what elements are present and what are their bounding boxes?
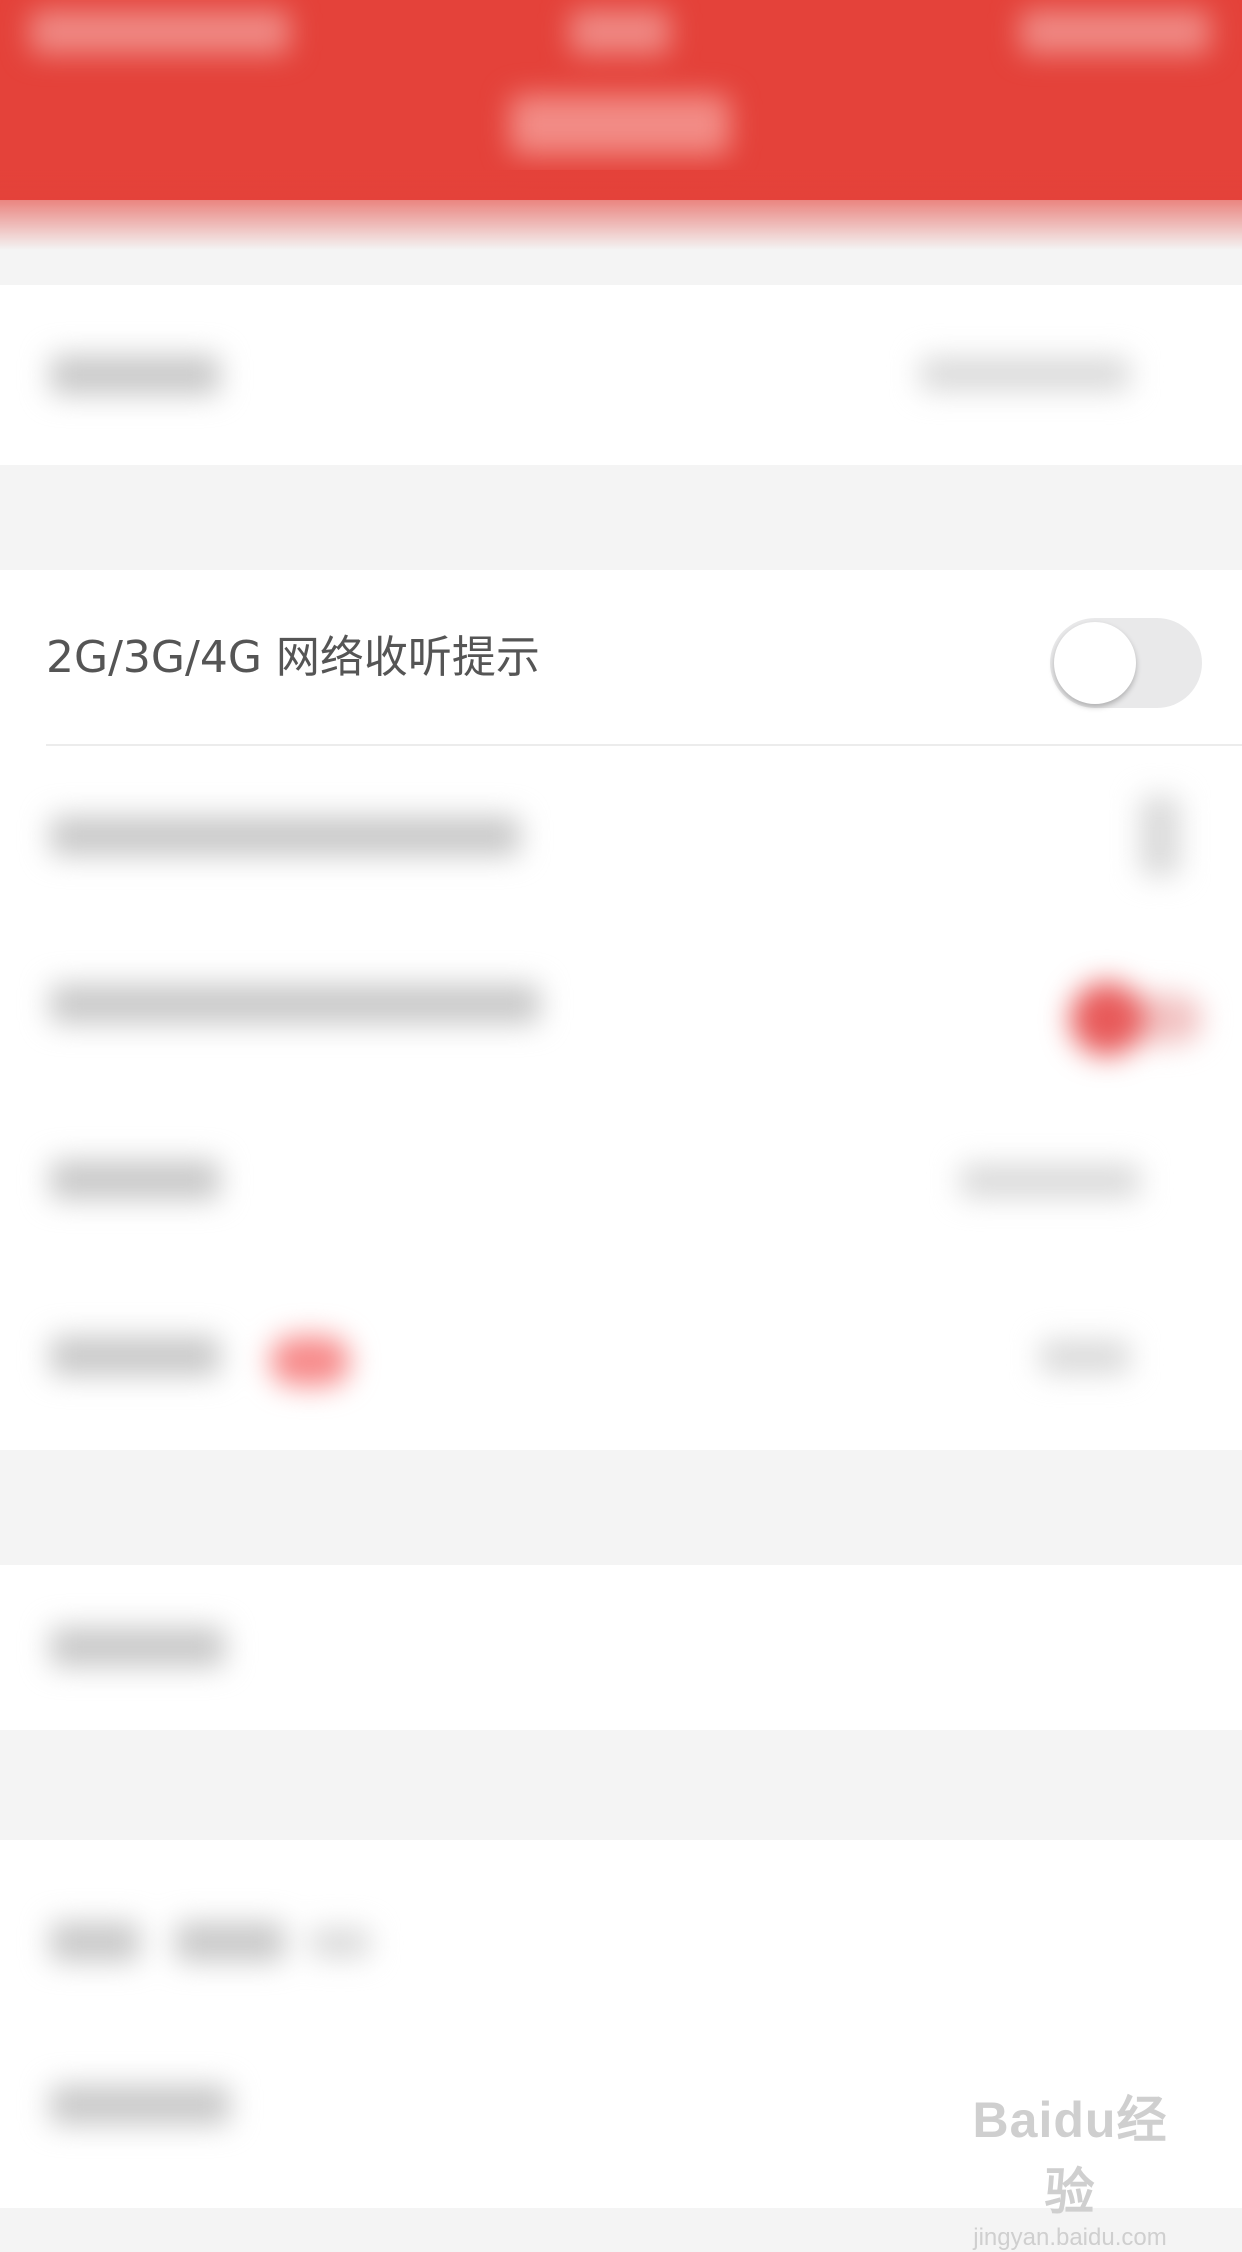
settings-row-blurred-4[interactable] xyxy=(0,1274,1242,1450)
toggle-on-icon xyxy=(1050,974,1202,1064)
blurred-row-label xyxy=(50,816,520,856)
chevron-right-icon xyxy=(1140,796,1180,876)
header-fade xyxy=(0,170,1242,250)
network-listen-tip-label: 2G/3G/4G 网络收听提示 xyxy=(46,632,540,683)
settings-group-3 xyxy=(0,1565,1242,1730)
notification-badge xyxy=(270,1336,350,1386)
baidu-jingyan-watermark: Baidu经验 jingyan.baidu.com xyxy=(950,2080,1190,2252)
status-bar-left xyxy=(30,10,290,54)
watermark-domain: jingyan.baidu.com xyxy=(973,2224,1167,2251)
toggle-knob xyxy=(1070,982,1144,1056)
blurred-row-label xyxy=(50,1160,220,1200)
blurred-row-label xyxy=(50,2085,230,2125)
status-bar-time xyxy=(570,10,670,54)
status-bar-right xyxy=(1020,10,1210,54)
settings-row-blurred-2[interactable] xyxy=(0,922,1242,1098)
watermark-brand: Baidu经验 xyxy=(972,2092,1168,2220)
blurred-row-value xyxy=(960,1164,1140,1198)
blurred-row-value xyxy=(1040,1340,1130,1374)
blurred-row-label xyxy=(310,1928,370,1958)
network-listen-tip-row[interactable]: 2G/3G/4G 网络收听提示 xyxy=(0,570,1242,746)
settings-group-2: 2G/3G/4G 网络收听提示 xyxy=(0,570,1242,1450)
blurred-row-value xyxy=(920,357,1130,391)
blurred-row-label xyxy=(50,355,220,395)
settings-group-1 xyxy=(0,285,1242,465)
blurred-row-label xyxy=(50,1336,220,1376)
blurred-row-label xyxy=(175,1922,285,1962)
blurred-row-label xyxy=(50,984,540,1024)
settings-row-blurred-3[interactable] xyxy=(0,1098,1242,1274)
toggle-knob xyxy=(1054,622,1136,704)
page-title xyxy=(510,95,730,155)
blurred-row-label xyxy=(50,1922,140,1962)
blurred-row-label xyxy=(50,1627,225,1667)
settings-row-blurred-1[interactable] xyxy=(0,746,1242,922)
network-listen-tip-toggle[interactable] xyxy=(1050,618,1202,708)
